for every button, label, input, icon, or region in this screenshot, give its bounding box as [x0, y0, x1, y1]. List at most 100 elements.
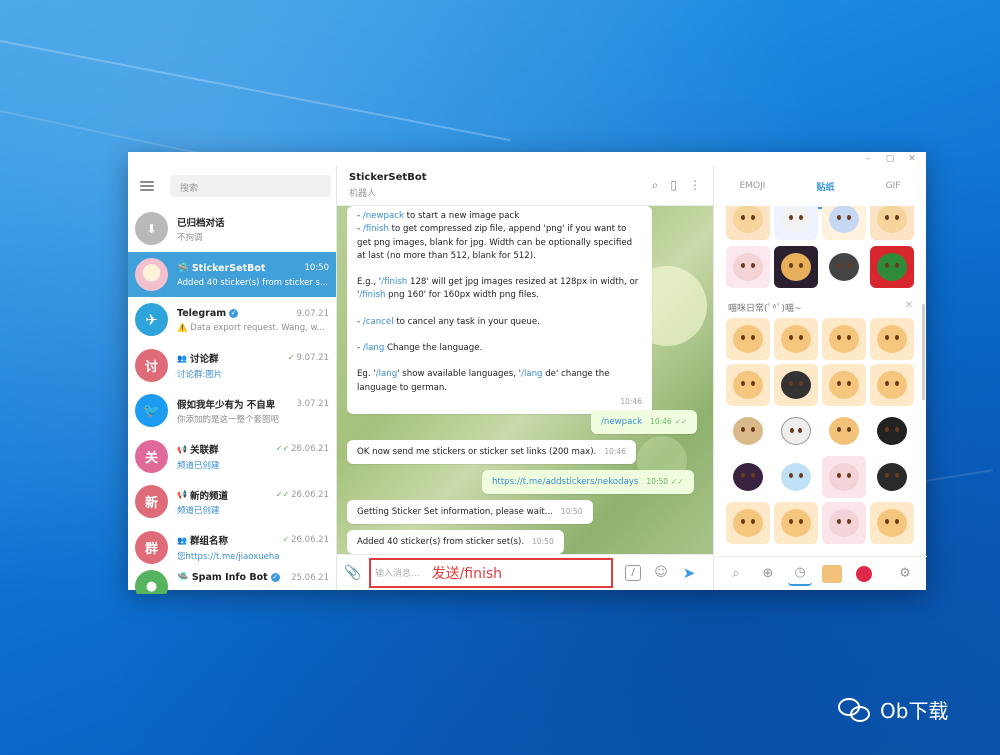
sticker[interactable] [870, 456, 914, 498]
sticker-pack-thumbnail[interactable] [852, 562, 876, 586]
gear-icon[interactable]: ⚙ [893, 562, 917, 586]
add-sticker-icon[interactable]: ⊕ [756, 562, 780, 586]
sticker[interactable] [726, 206, 770, 240]
tab-stickers[interactable]: 贴纸 [804, 176, 847, 209]
chat-name: 📢 新的频道 [177, 490, 228, 502]
emoji-smile-icon[interactable]: ☺ [647, 565, 675, 580]
search-icon[interactable]: ⌕ [652, 178, 659, 193]
sticker[interactable] [774, 246, 818, 288]
sticker[interactable] [822, 410, 866, 452]
chat-item-twitter[interactable]: 🐦 假如我年少有为 不自卑 3.07.21 你添加的是这一整个套图吧 [128, 388, 336, 434]
sticker[interactable] [774, 318, 818, 360]
panel-tabs: EMOJI 贴纸 GIF [714, 166, 926, 209]
megaphone-icon: 📢 [177, 490, 187, 500]
bot-commands-button[interactable]: / [619, 564, 647, 581]
sticker[interactable] [726, 246, 770, 288]
sticker[interactable] [822, 246, 866, 288]
finish-command-link[interactable]: /finish [381, 277, 407, 287]
outgoing-message: https://t.me/addstickers/nekodays 10:50 ✓✓ [482, 470, 694, 495]
lang-command-link[interactable]: /lang [521, 369, 542, 379]
close-icon[interactable]: ✕ [905, 300, 913, 311]
watermark-text: Ob下载 [880, 699, 949, 723]
sticker[interactable] [726, 456, 770, 498]
sticker[interactable] [822, 206, 866, 240]
scrollbar[interactable] [922, 304, 925, 400]
input-annotation: 发送/finish [431, 565, 503, 582]
more-options-icon[interactable]: ⋮ [689, 178, 701, 193]
sticker-toolbar: ⌕ ⊕ ◷ ⚙ [714, 556, 927, 590]
tab-gif[interactable]: GIF [880, 177, 907, 195]
input-placeholder: 输入消息... [375, 569, 420, 579]
sticker[interactable] [774, 502, 818, 544]
outgoing-message: /newpack 10:46 ✓✓ [591, 410, 698, 435]
sticker[interactable] [726, 502, 770, 544]
cancel-command-link[interactable]: /cancel [363, 317, 394, 327]
sticker[interactable] [870, 410, 914, 452]
chat-item-new-channel[interactable]: 新 📢 新的频道 ✓✓ 26.06.21 频道已创建 [128, 479, 336, 525]
avatar: 新 [135, 485, 168, 519]
telegram-window: – ▢ ✕ 搜索 ⬇ 已归档对话 不拘调 🛸 StickerSetBot 10:5… [128, 152, 927, 594]
hamburger-menu-icon[interactable] [140, 181, 154, 191]
chat-preview: 频道已创建 [177, 506, 220, 517]
chat-item-telegram[interactable]: ✈ Telegram ✓ 9.07.21 ⚠️ Data export reque… [128, 297, 336, 343]
sidebar-toggle-icon[interactable]: ▯ [670, 178, 677, 193]
chat-preview: 你添加的是这一整个套图吧 [177, 415, 280, 426]
sticker[interactable] [870, 502, 914, 544]
sticker[interactable] [774, 206, 818, 240]
message-text[interactable]: /newpack [601, 417, 642, 427]
chat-time: ✓✓ 26.06.21 [275, 444, 329, 455]
sticker[interactable] [726, 318, 770, 360]
search-icon[interactable]: ⌕ [724, 562, 748, 586]
title-bar: – ▢ ✕ [128, 152, 926, 166]
message-input[interactable]: 输入消息... 发送/finish [369, 557, 613, 588]
lang-command-link[interactable]: /lang [363, 343, 384, 353]
chat-item-group-name[interactable]: 群 👥 群组名称 ✓ 26.06.21 您https://t.me/jiaoxueh… [128, 525, 336, 571]
maximize-button[interactable]: ▢ [884, 154, 896, 164]
chat-item-spam-info-bot[interactable]: ● 🛸 Spam Info Bot ✓ 25.06.21 [128, 570, 336, 594]
chat-name: 假如我年少有为 不自卑 [177, 399, 276, 411]
sticker[interactable] [870, 206, 914, 240]
message-link[interactable]: https://t.me/addstickers/nekodays [492, 477, 638, 487]
sticker-grid: 喵咪日常(ﾟ^ﾟ)喵~ ✕ [714, 206, 927, 556]
sticker[interactable] [870, 364, 914, 406]
telegram-logo-icon: ✈ [135, 303, 168, 337]
sticker[interactable] [774, 456, 818, 498]
sticker[interactable] [822, 364, 866, 406]
search-input[interactable]: 搜索 [170, 175, 331, 197]
sticker[interactable] [822, 318, 866, 360]
chat-item-archived[interactable]: ⬇ 已归档对话 不拘调 [128, 206, 336, 252]
sticker-pack-thumbnail[interactable] [820, 562, 844, 586]
message-time: 10:50 [532, 537, 554, 546]
chat-time: 9.07.21 [296, 308, 329, 319]
chat-name: 👥 讨论群 [177, 353, 219, 366]
sticker[interactable] [870, 318, 914, 360]
sticker[interactable] [822, 502, 866, 544]
sticker[interactable] [822, 456, 866, 498]
sticker[interactable] [726, 364, 770, 406]
chat-item-discussion-group[interactable]: 讨 👥 讨论群 ✓ 9.07.21 讨论群:图片 [128, 343, 336, 389]
read-checks-icon: ✓✓ [275, 444, 290, 454]
megaphone-icon: 📢 [177, 444, 187, 454]
recent-clock-icon[interactable]: ◷ [788, 562, 812, 586]
chat-preview: 频道已创建 [177, 460, 220, 471]
lang-command-link[interactable]: /lang [376, 369, 397, 379]
message-text: Added 40 sticker(s) from sticker set(s). [357, 537, 525, 547]
minimize-button[interactable]: – [862, 154, 874, 164]
newpack-command-link[interactable]: /newpack [363, 211, 404, 221]
tab-emoji[interactable]: EMOJI [734, 177, 772, 195]
finish-command-link[interactable]: /finish [359, 290, 385, 300]
close-button[interactable]: ✕ [906, 154, 918, 164]
chat-name: 已归档对话 [177, 217, 225, 229]
finish-command-link[interactable]: /finish [363, 224, 389, 234]
paperclip-attach-icon[interactable]: 📎 [337, 565, 369, 581]
chat-title[interactable]: StickerSetBot [349, 172, 426, 183]
send-icon[interactable]: ➤ [675, 564, 703, 582]
sticker[interactable] [774, 410, 818, 452]
avatar: 群 [135, 530, 168, 564]
sticker[interactable] [774, 364, 818, 406]
chat-item-stickersetbot[interactable]: 🛸 StickerSetBot 10:50 Added 40 sticker(s)… [128, 251, 336, 297]
chat-time: 3.07.21 [296, 398, 329, 409]
chat-item-linked-group[interactable]: 关 📢 关联群 ✓✓ 26.06.21 频道已创建 [128, 434, 336, 480]
sticker[interactable] [726, 410, 770, 452]
sticker[interactable] [870, 246, 914, 288]
